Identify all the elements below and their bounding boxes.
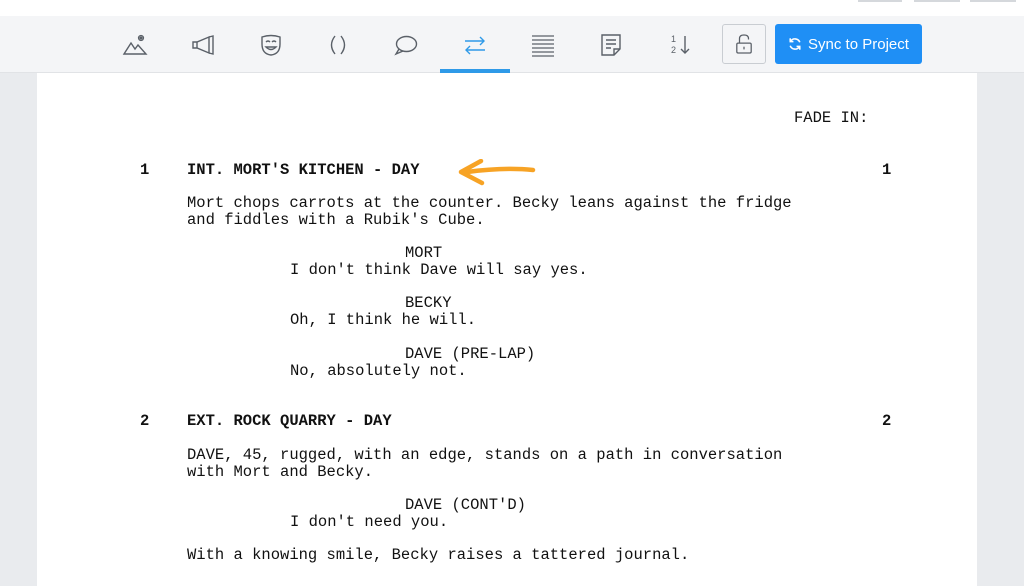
action-tool[interactable] (168, 16, 238, 73)
action-line[interactable]: With a knowing smile, Becky raises a tat… (187, 547, 689, 564)
dialogue-line[interactable]: I don't need you. (290, 514, 448, 531)
svg-text:1: 1 (671, 34, 676, 44)
action-line[interactable]: DAVE, 45, rugged, with an edge, stands o… (187, 447, 782, 464)
parentheses-icon (330, 35, 346, 54)
speech-bubble-icon (394, 35, 418, 55)
mountain-icon (122, 34, 148, 55)
general-tool[interactable] (508, 16, 578, 73)
sync-to-project-button[interactable]: Sync to Project (775, 24, 922, 64)
action-line[interactable]: with Mort and Becky. (187, 464, 373, 481)
lock-button[interactable] (722, 24, 766, 64)
note-tool[interactable] (576, 16, 646, 73)
dialogue-line[interactable]: Oh, I think he will. (290, 312, 476, 329)
lines-icon (532, 34, 554, 57)
tab-stub (970, 0, 1016, 2)
dialogue-line[interactable]: No, absolutely not. (290, 363, 467, 380)
scene-number-left: 1 (140, 161, 150, 179)
character-tool[interactable] (236, 16, 306, 73)
megaphone-icon (192, 34, 214, 55)
svg-text:2: 2 (671, 45, 676, 55)
dialogue-tool[interactable] (371, 16, 441, 73)
scene-heading-tool[interactable] (100, 16, 170, 73)
scene-number-right: 1 (882, 161, 892, 179)
character-name[interactable]: MORT (405, 245, 442, 262)
numbering-tool[interactable]: 1 2 (645, 16, 715, 73)
parenthetical-tool[interactable] (303, 16, 373, 73)
note-icon (601, 33, 621, 56)
script-page[interactable]: FADE IN: 1 INT. MORT'S KITCHEN - DAY 1 M… (37, 73, 977, 586)
tab-stub (914, 0, 960, 2)
top-strip (0, 0, 1024, 16)
character-name[interactable]: DAVE (PRE-LAP) (405, 346, 535, 363)
annotation-arrow-icon (458, 159, 536, 186)
sync-icon (789, 38, 801, 50)
tab-stub (858, 0, 902, 2)
scene-heading[interactable]: INT. MORT'S KITCHEN - DAY (187, 162, 420, 179)
transition-tool[interactable] (440, 16, 510, 73)
transition-arrows-icon (465, 36, 485, 54)
dialogue-line[interactable]: I don't think Dave will say yes. (290, 262, 588, 279)
character-name[interactable]: BECKY (405, 295, 452, 312)
mask-icon (261, 34, 281, 56)
action-line[interactable]: Mort chops carrots at the counter. Becky… (187, 195, 792, 212)
scene-number-left: 2 (140, 412, 150, 430)
transition-line[interactable]: FADE IN: (794, 110, 868, 127)
unlock-icon (736, 34, 752, 54)
sync-label: Sync to Project (808, 35, 909, 53)
character-name[interactable]: DAVE (CONT'D) (405, 497, 526, 514)
scene-number-right: 2 (882, 412, 892, 430)
scene-heading[interactable]: EXT. ROCK QUARRY - DAY (187, 413, 392, 430)
numbering-icon: 1 2 (671, 34, 690, 55)
action-line[interactable]: and fiddles with a Rubik's Cube. (187, 212, 485, 229)
format-toolbar: 1 2 Sync to Project (0, 16, 1024, 73)
